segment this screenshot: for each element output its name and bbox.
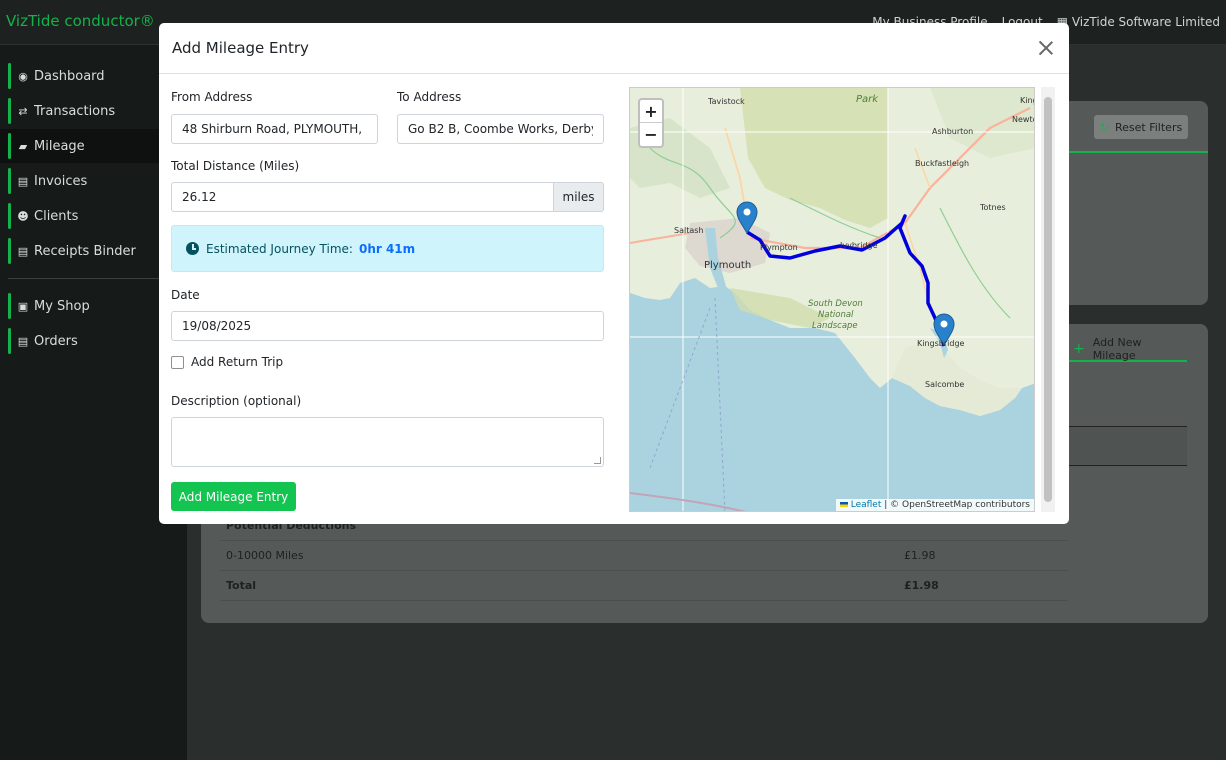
to-address-group: To Address <box>397 90 604 144</box>
map-label-park: Park <box>856 94 879 105</box>
modal-header: Add Mileage Entry <box>159 23 1069 74</box>
map-label-plymouth: Plymouth <box>704 260 751 271</box>
return-trip-checkbox[interactable] <box>171 355 184 369</box>
map-label-totnes: Totnes <box>979 203 1006 212</box>
journey-time-value: 0hr 41m <box>358 241 416 256</box>
add-mileage-entry-button[interactable]: Add Mileage Entry <box>171 482 296 511</box>
zoom-in-button[interactable]: + <box>640 100 662 123</box>
map-tiles: Tavistock Park King Ashburton Newto Buck… <box>630 88 1035 511</box>
map-attribution: Leaflet | © OpenStreetMap contributors <box>835 499 1034 511</box>
receipt-icon: ▤ <box>17 244 29 258</box>
route-map[interactable]: Tavistock Park King Ashburton Newto Buck… <box>629 87 1035 512</box>
journey-time-alert: Estimated Journey Time: 0hr 41m <box>171 225 604 272</box>
date-input[interactable] <box>171 311 604 341</box>
from-address-input[interactable] <box>171 114 378 144</box>
close-icon[interactable] <box>1036 38 1056 58</box>
from-address-label: From Address <box>171 90 253 104</box>
reset-filters-button[interactable]: ↻ Reset Filters <box>1094 115 1188 139</box>
flag-icon <box>839 502 848 507</box>
users-icon: ☻ <box>17 209 29 223</box>
to-address-label: To Address <box>397 90 462 104</box>
add-new-mileage-button[interactable]: + Add New Mileage <box>1069 336 1187 362</box>
filter-card: ↻ Reset Filters <box>1066 101 1208 305</box>
journey-time-label: Estimated Journey Time: <box>206 241 353 256</box>
zoom-out-button[interactable]: − <box>640 123 662 146</box>
return-trip-label[interactable]: Add Return Trip <box>191 355 283 369</box>
date-group: Date <box>171 288 604 341</box>
orders-icon: ▤ <box>17 334 29 348</box>
invoice-icon: ▤ <box>17 174 29 188</box>
return-trip-group: Add Return Trip <box>171 355 283 369</box>
to-address-input[interactable] <box>397 114 604 144</box>
map-label-south-devon: South Devon <box>808 299 863 309</box>
car-icon: ▰ <box>18 139 28 153</box>
map-label-ashburton: Ashburton <box>932 127 973 136</box>
map-label-national: National <box>818 310 854 320</box>
leaflet-link[interactable]: Leaflet <box>851 500 882 510</box>
brand-logo[interactable]: VizTide conductor® <box>6 12 155 30</box>
add-mileage-modal: Add Mileage Entry From Address To Addres… <box>159 23 1069 524</box>
map-label-kingsbridge: Kingsbridge <box>917 339 965 348</box>
map-label-king: King <box>1020 96 1035 105</box>
shop-icon: ▣ <box>17 299 29 313</box>
map-label-tavistock: Tavistock <box>707 97 745 106</box>
map-label-saltash: Saltash <box>674 226 703 235</box>
clock-icon <box>186 242 199 255</box>
map-label-buckfastleigh: Buckfastleigh <box>915 159 969 168</box>
map-label-landscape: Landscape <box>812 321 858 331</box>
distance-group: Total Distance (Miles) miles <box>171 159 604 212</box>
description-group: Description (optional) <box>171 394 604 467</box>
filter-card-header: ↻ Reset Filters <box>1066 101 1208 153</box>
transactions-icon: ⇄ <box>18 104 28 118</box>
map-label-ivybridge: Ivybridge <box>840 241 878 250</box>
description-label: Description (optional) <box>171 394 302 408</box>
distance-label: Total Distance (Miles) <box>171 159 300 173</box>
deductions-table: Potential Deductions 0-10000 Miles £1.98 … <box>220 517 1068 601</box>
map-label-newton: Newto <box>1012 115 1035 124</box>
map-label-plympton: Plympton <box>760 243 798 252</box>
table-header-strip <box>1067 426 1187 466</box>
from-address-group: From Address <box>171 90 378 144</box>
map-label-salcombe: Salcombe <box>925 380 964 389</box>
distance-input[interactable] <box>171 182 554 212</box>
date-label: Date <box>171 288 200 302</box>
plus-icon: + <box>1073 341 1085 357</box>
distance-input-group: miles <box>171 182 604 212</box>
modal-scrollbar[interactable] <box>1041 87 1055 512</box>
modal-title: Add Mileage Entry <box>172 39 309 57</box>
table-row: 0-10000 Miles £1.98 <box>220 541 1068 571</box>
distance-unit: miles <box>554 182 604 212</box>
company-link[interactable]: ▦ VizTide Software Limited <box>1057 15 1220 29</box>
description-textarea[interactable] <box>171 417 604 467</box>
zoom-control: + − <box>638 98 664 148</box>
sidebar-divider <box>8 278 179 279</box>
scrollbar-thumb[interactable] <box>1044 97 1052 502</box>
refresh-icon: ↻ <box>1099 120 1109 134</box>
dashboard-icon: ◉ <box>18 69 28 83</box>
table-row-total: Total £1.98 <box>220 571 1068 601</box>
